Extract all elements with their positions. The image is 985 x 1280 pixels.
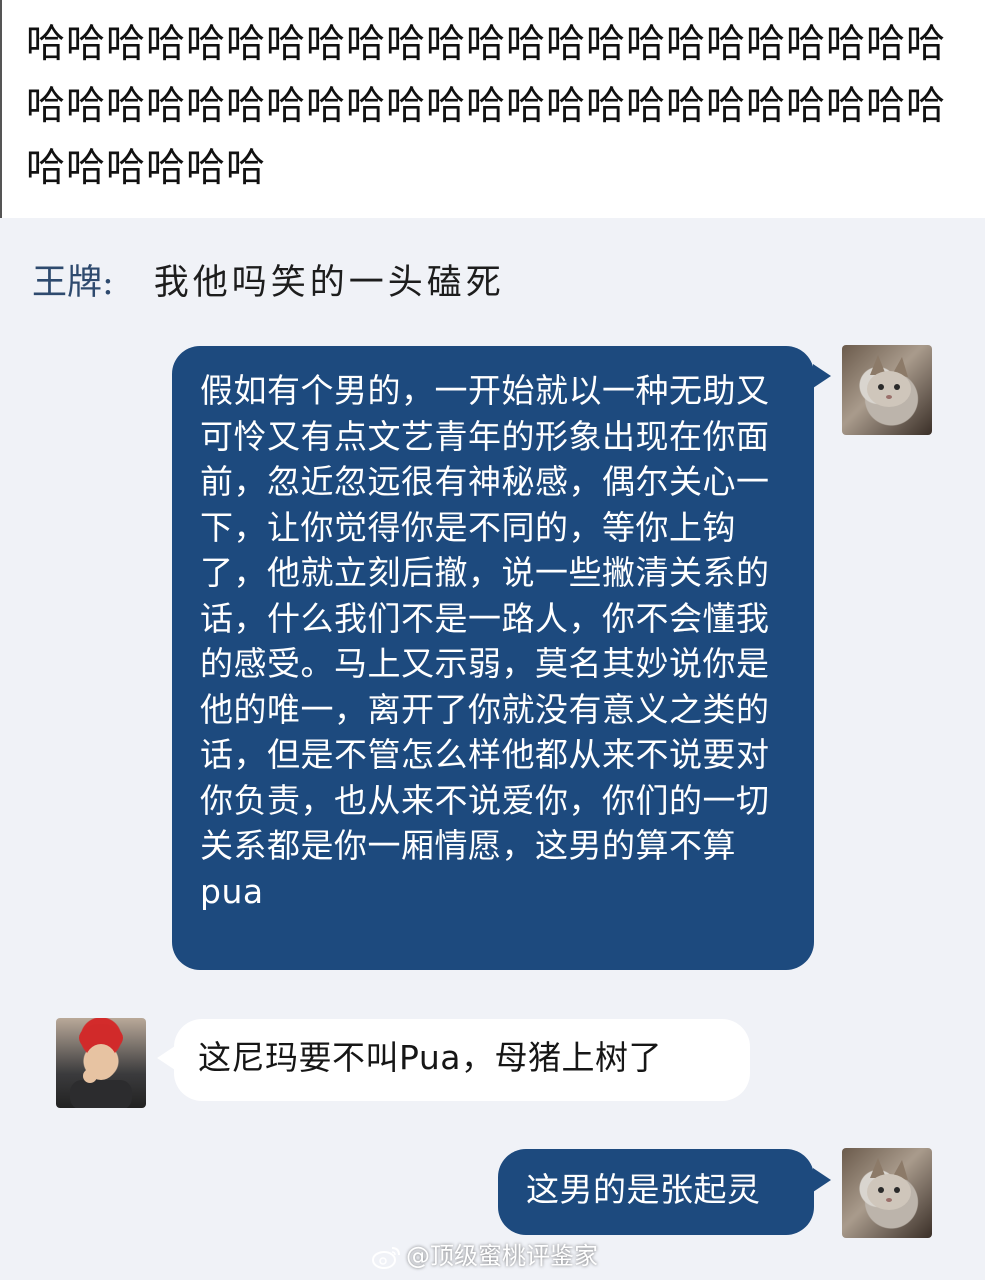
bubble-tail-1 <box>813 364 831 388</box>
weibo-logo-icon <box>372 1247 400 1269</box>
message-text-3: 这男的是张起灵 <box>526 1170 761 1209</box>
top-note-text: 哈哈哈哈哈哈哈哈哈哈哈哈哈哈哈哈哈哈哈哈哈哈哈哈哈哈哈哈哈哈哈哈哈哈哈哈哈哈哈哈… <box>26 22 947 191</box>
message-bubble-2[interactable]: 这尼玛要不叫Pua，母猪上树了 <box>174 1019 750 1101</box>
message-text-1: 假如有个男的，一开始就以一种无助又可怜又有点文艺青年的形象出现在你面前，忽近忽远… <box>200 371 770 911</box>
message-bubble-1[interactable]: 假如有个男的，一开始就以一种无助又可怜又有点文艺青年的形象出现在你面前，忽近忽远… <box>172 346 814 970</box>
message-text-2: 这尼玛要不叫Pua，母猪上树了 <box>198 1038 662 1077</box>
caption-name: 王牌: <box>32 263 114 303</box>
caption: 王牌: 我他吗笑的一头磕死 <box>32 258 505 308</box>
cat-avatar-2[interactable] <box>842 1148 932 1238</box>
cat-face-icon <box>867 355 911 407</box>
watermark-text: @顶级蜜桃评鉴家 <box>406 1242 598 1270</box>
cat-avatar[interactable] <box>842 345 932 435</box>
cat-face-icon <box>867 1158 911 1210</box>
bubble-tail-3 <box>813 1168 831 1192</box>
watermark: @顶级蜜桃评鉴家 <box>372 1238 598 1274</box>
top-note: 哈哈哈哈哈哈哈哈哈哈哈哈哈哈哈哈哈哈哈哈哈哈哈哈哈哈哈哈哈哈哈哈哈哈哈哈哈哈哈哈… <box>0 0 985 218</box>
message-bubble-3[interactable]: 这男的是张起灵 <box>498 1149 814 1235</box>
caption-message: 我他吗笑的一头磕死 <box>153 263 505 303</box>
bubble-tail-2 <box>157 1046 175 1070</box>
person-portrait-icon <box>70 1024 132 1108</box>
person-avatar[interactable] <box>56 1018 146 1108</box>
